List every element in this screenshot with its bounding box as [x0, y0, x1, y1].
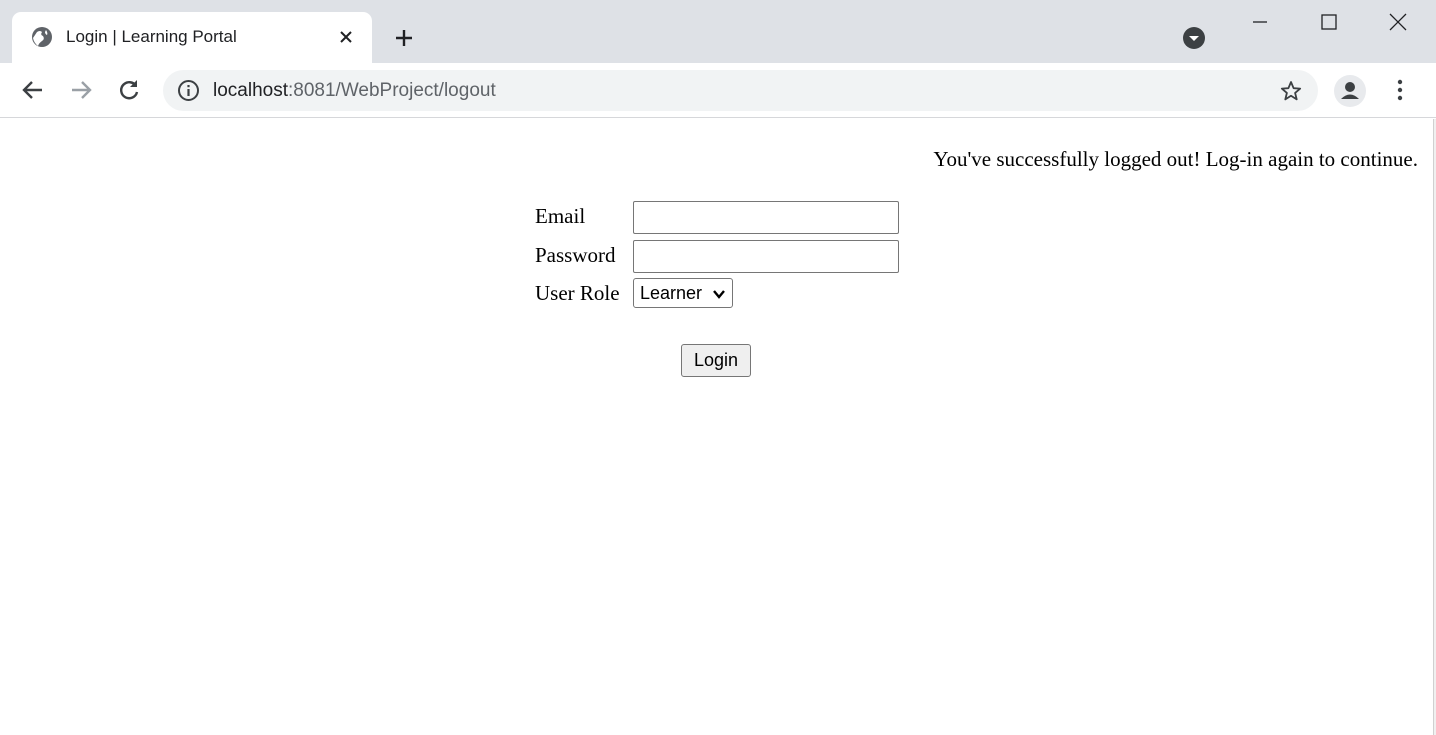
- close-window-icon[interactable]: [1386, 10, 1410, 34]
- password-field[interactable]: [633, 240, 899, 273]
- url-path: :8081/WebProject/logout: [288, 80, 496, 101]
- browser-tab[interactable]: Login | Learning Portal: [12, 12, 372, 63]
- email-field[interactable]: [633, 201, 899, 234]
- logout-message: You've successfully logged out! Log-in a…: [933, 147, 1418, 171]
- tab-title: Login | Learning Portal: [66, 27, 237, 46]
- globe-icon: [32, 27, 52, 47]
- plus-icon[interactable]: [392, 26, 416, 50]
- profile-icon: [1341, 82, 1359, 99]
- login-button[interactable]: Login: [681, 344, 751, 377]
- tab-search-icon[interactable]: [1182, 26, 1206, 50]
- url-text[interactable]: localhost:8081/WebProject/logout: [213, 80, 496, 102]
- reload-icon[interactable]: [116, 77, 142, 103]
- role-select[interactable]: Learner: [633, 278, 733, 308]
- chevron-down-icon: [713, 290, 725, 299]
- browser-toolbar: localhost:8081/WebProject/logout: [0, 63, 1436, 118]
- back-arrow-icon[interactable]: [20, 77, 46, 103]
- minimize-icon[interactable]: [1248, 10, 1272, 34]
- email-label: Email: [535, 204, 586, 228]
- more-menu-icon[interactable]: [1388, 78, 1412, 102]
- star-icon[interactable]: [1279, 79, 1303, 103]
- address-bar[interactable]: localhost:8081/WebProject/logout: [163, 70, 1318, 111]
- close-icon[interactable]: [337, 28, 355, 46]
- maximize-icon[interactable]: [1317, 10, 1341, 34]
- profile-button[interactable]: [1334, 75, 1366, 107]
- password-label: Password: [535, 243, 616, 267]
- role-selected-value: Learner: [640, 283, 703, 303]
- page-viewport: You've successfully logged out! Log-in a…: [0, 119, 1436, 735]
- forward-arrow-icon[interactable]: [68, 77, 94, 103]
- role-label: User Role: [535, 281, 620, 305]
- url-host: localhost: [213, 80, 288, 101]
- browser-titlebar: Login | Learning Portal: [0, 0, 1436, 63]
- info-icon[interactable]: [177, 79, 200, 102]
